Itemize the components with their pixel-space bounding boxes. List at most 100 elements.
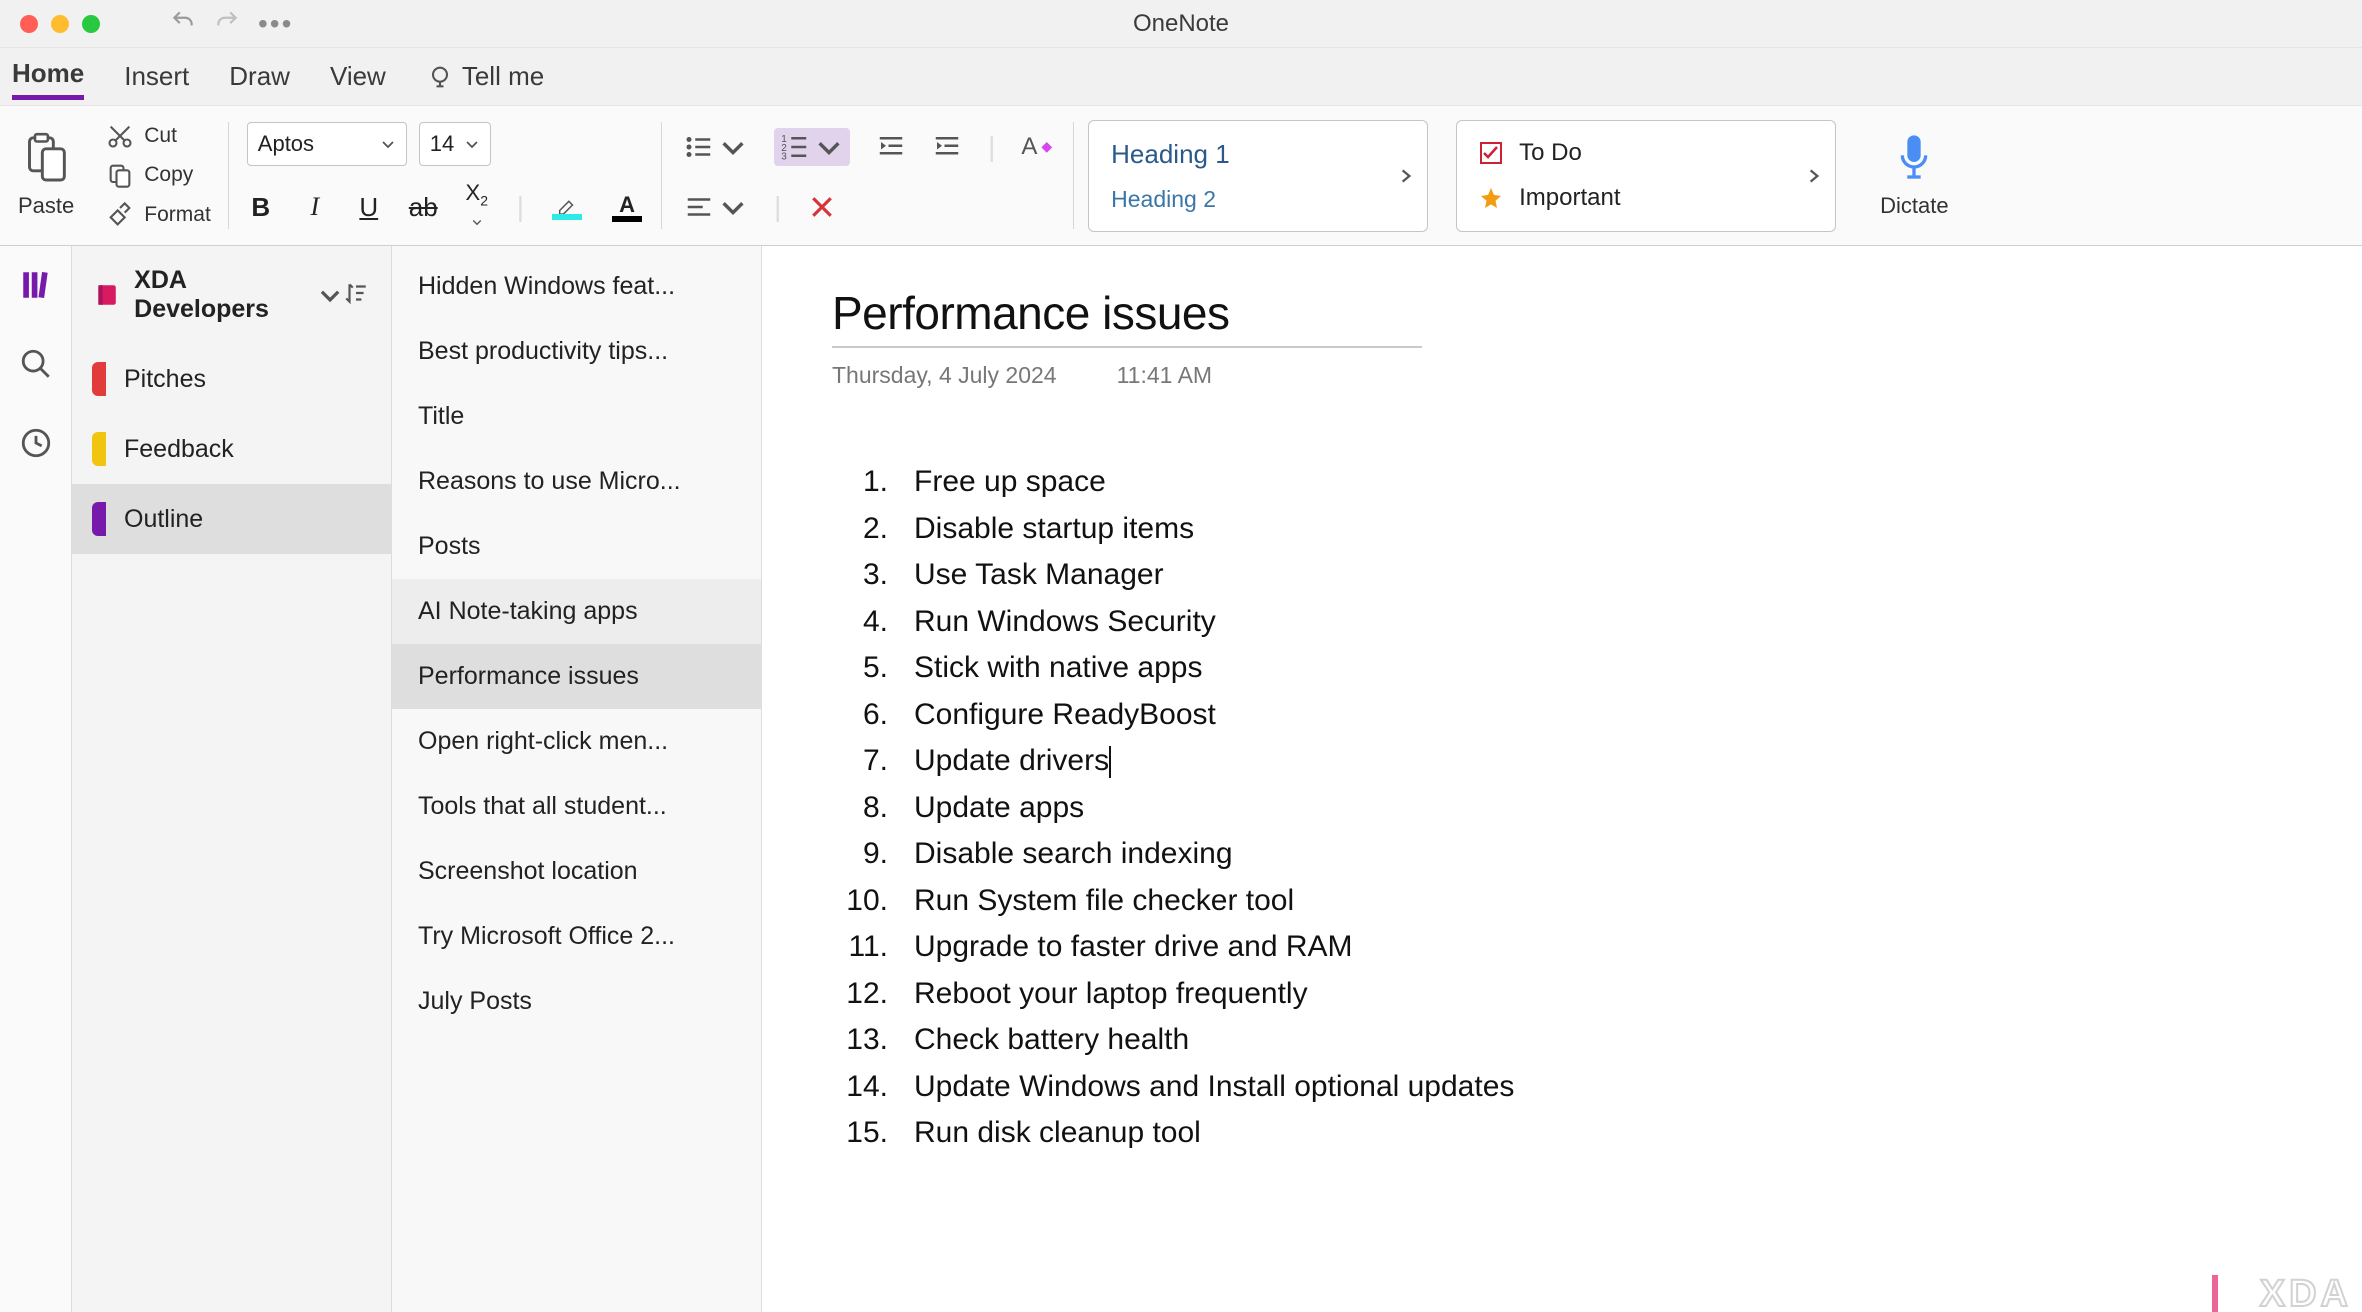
bulleted-list-button[interactable] — [684, 132, 748, 162]
bold-button[interactable]: B — [247, 192, 275, 223]
font-name-select[interactable]: Aptos — [247, 122, 407, 166]
copy-button[interactable]: Copy — [106, 161, 211, 189]
list-item[interactable]: 2.Disable startup items — [832, 506, 2292, 553]
page-item[interactable]: Tools that all student... — [392, 774, 761, 839]
watermark: XDA — [2212, 1273, 2352, 1312]
styles-gallery[interactable]: Heading 1 Heading 2 — [1088, 120, 1428, 232]
page-item[interactable]: Reasons to use Micro... — [392, 449, 761, 514]
page-item[interactable]: Open right-click men... — [392, 709, 761, 774]
window-controls — [20, 15, 100, 33]
list-item[interactable]: 1.Free up space — [832, 459, 2292, 506]
list-item[interactable]: 7.Update drivers — [832, 738, 2292, 785]
page-item[interactable]: Performance issues — [392, 644, 761, 709]
section-label: Pitches — [124, 365, 206, 394]
ribbon: Paste Cut Copy Format Aptos 14 B — [0, 106, 2362, 246]
list-item[interactable]: 8.Update apps — [832, 785, 2292, 832]
minimize-window-button[interactable] — [51, 15, 69, 33]
decrease-indent-button[interactable] — [876, 132, 906, 162]
list-item[interactable]: 3.Use Task Manager — [832, 552, 2292, 599]
paste-icon[interactable] — [24, 132, 68, 189]
dictate-label[interactable]: Dictate — [1880, 193, 1948, 219]
section-color-tab — [92, 432, 106, 466]
section-item[interactable]: Outline — [72, 484, 391, 554]
italic-button[interactable]: I — [301, 192, 329, 222]
style-heading2[interactable]: Heading 2 — [1111, 186, 1405, 213]
section-label: Feedback — [124, 435, 234, 464]
sort-icon[interactable] — [343, 280, 369, 311]
svg-text:3: 3 — [781, 151, 787, 162]
list-item[interactable]: 4.Run Windows Security — [832, 599, 2292, 646]
page-date: Thursday, 4 July 2024 — [832, 362, 1057, 389]
list-item[interactable]: 13.Check battery health — [832, 1017, 2292, 1064]
chevron-right-icon[interactable] — [1397, 167, 1415, 185]
tab-view[interactable]: View — [330, 57, 386, 96]
list-item[interactable]: 12.Reboot your laptop frequently — [832, 971, 2292, 1018]
section-label: Outline — [124, 505, 203, 534]
numbered-list-button[interactable]: 123 — [774, 128, 850, 166]
tag-todo[interactable]: To Do — [1479, 139, 1813, 167]
list-item[interactable]: 11.Upgrade to faster drive and RAM — [832, 924, 2292, 971]
tags-gallery[interactable]: To Do Important — [1456, 120, 1836, 232]
clear-formatting-button[interactable]: A◆ — [1021, 133, 1052, 161]
section-item[interactable]: Pitches — [72, 344, 391, 414]
tab-insert[interactable]: Insert — [124, 57, 189, 96]
format-painter-button[interactable]: Format — [106, 201, 211, 229]
section-color-tab — [92, 502, 106, 536]
section-panel: XDA Developers Pitches Feedback Outline — [72, 246, 392, 1312]
ribbon-tabs: Home Insert Draw View Tell me — [0, 48, 2362, 106]
page-time: 11:41 AM — [1117, 362, 1212, 389]
notebooks-icon[interactable] — [19, 268, 53, 307]
subscript-button[interactable]: X2 — [463, 180, 491, 234]
font-color-button[interactable]: A — [610, 192, 644, 222]
page-item[interactable]: July Posts — [392, 969, 761, 1034]
list-item[interactable]: 10.Run System file checker tool — [832, 878, 2292, 925]
page-panel: Hidden Windows feat...Best productivity … — [392, 246, 762, 1312]
underline-button[interactable]: U — [355, 192, 383, 223]
title-bar: ••• OneNote — [0, 0, 2362, 48]
page-item[interactable]: Hidden Windows feat... — [392, 254, 761, 319]
close-window-button[interactable] — [20, 15, 38, 33]
chevron-down-icon — [317, 280, 343, 310]
page-item[interactable]: Try Microsoft Office 2... — [392, 904, 761, 969]
recent-icon[interactable] — [19, 426, 53, 465]
list-item[interactable]: 14.Update Windows and Install optional u… — [832, 1064, 2292, 1111]
undo-icon[interactable] — [170, 8, 196, 39]
tab-home[interactable]: Home — [12, 54, 84, 100]
notebook-selector[interactable]: XDA Developers — [94, 266, 343, 324]
section-color-tab — [92, 362, 106, 396]
tell-me[interactable]: Tell me — [426, 57, 544, 96]
style-heading1[interactable]: Heading 1 — [1111, 139, 1405, 170]
content-area[interactable]: Performance issues Thursday, 4 July 2024… — [762, 246, 2362, 1312]
increase-indent-button[interactable] — [932, 132, 962, 162]
font-size-select[interactable]: 14 — [419, 122, 491, 166]
list-item[interactable]: 15.Run disk cleanup tool — [832, 1110, 2292, 1157]
page-item[interactable]: Posts — [392, 514, 761, 579]
page-item[interactable]: Screenshot location — [392, 839, 761, 904]
cut-button[interactable]: Cut — [106, 122, 211, 150]
align-button[interactable] — [684, 192, 748, 222]
page-item[interactable]: AI Note-taking apps — [392, 579, 761, 644]
chevron-down-icon — [464, 136, 480, 152]
page-title[interactable]: Performance issues — [832, 286, 1422, 340]
dictate-icon[interactable] — [1894, 132, 1934, 187]
search-icon[interactable] — [19, 347, 53, 386]
left-rail — [0, 246, 72, 1312]
delete-button[interactable] — [807, 192, 837, 222]
app-title: OneNote — [1133, 10, 1229, 38]
tag-important[interactable]: Important — [1479, 184, 1813, 212]
note-body[interactable]: 1.Free up space2.Disable startup items3.… — [832, 459, 2292, 1157]
page-item[interactable]: Best productivity tips... — [392, 319, 761, 384]
tab-draw[interactable]: Draw — [229, 57, 290, 96]
page-item[interactable]: Title — [392, 384, 761, 449]
zoom-window-button[interactable] — [82, 15, 100, 33]
chevron-right-icon[interactable] — [1805, 167, 1823, 185]
highlight-color-button[interactable] — [550, 194, 584, 220]
list-item[interactable]: 5.Stick with native apps — [832, 645, 2292, 692]
list-item[interactable]: 6.Configure ReadyBoost — [832, 692, 2292, 739]
list-item[interactable]: 9.Disable search indexing — [832, 831, 2292, 878]
redo-icon[interactable] — [214, 8, 240, 39]
more-icon[interactable]: ••• — [258, 8, 293, 40]
strikethrough-button[interactable]: ab — [409, 192, 437, 223]
section-item[interactable]: Feedback — [72, 414, 391, 484]
paste-label[interactable]: Paste — [18, 193, 74, 219]
